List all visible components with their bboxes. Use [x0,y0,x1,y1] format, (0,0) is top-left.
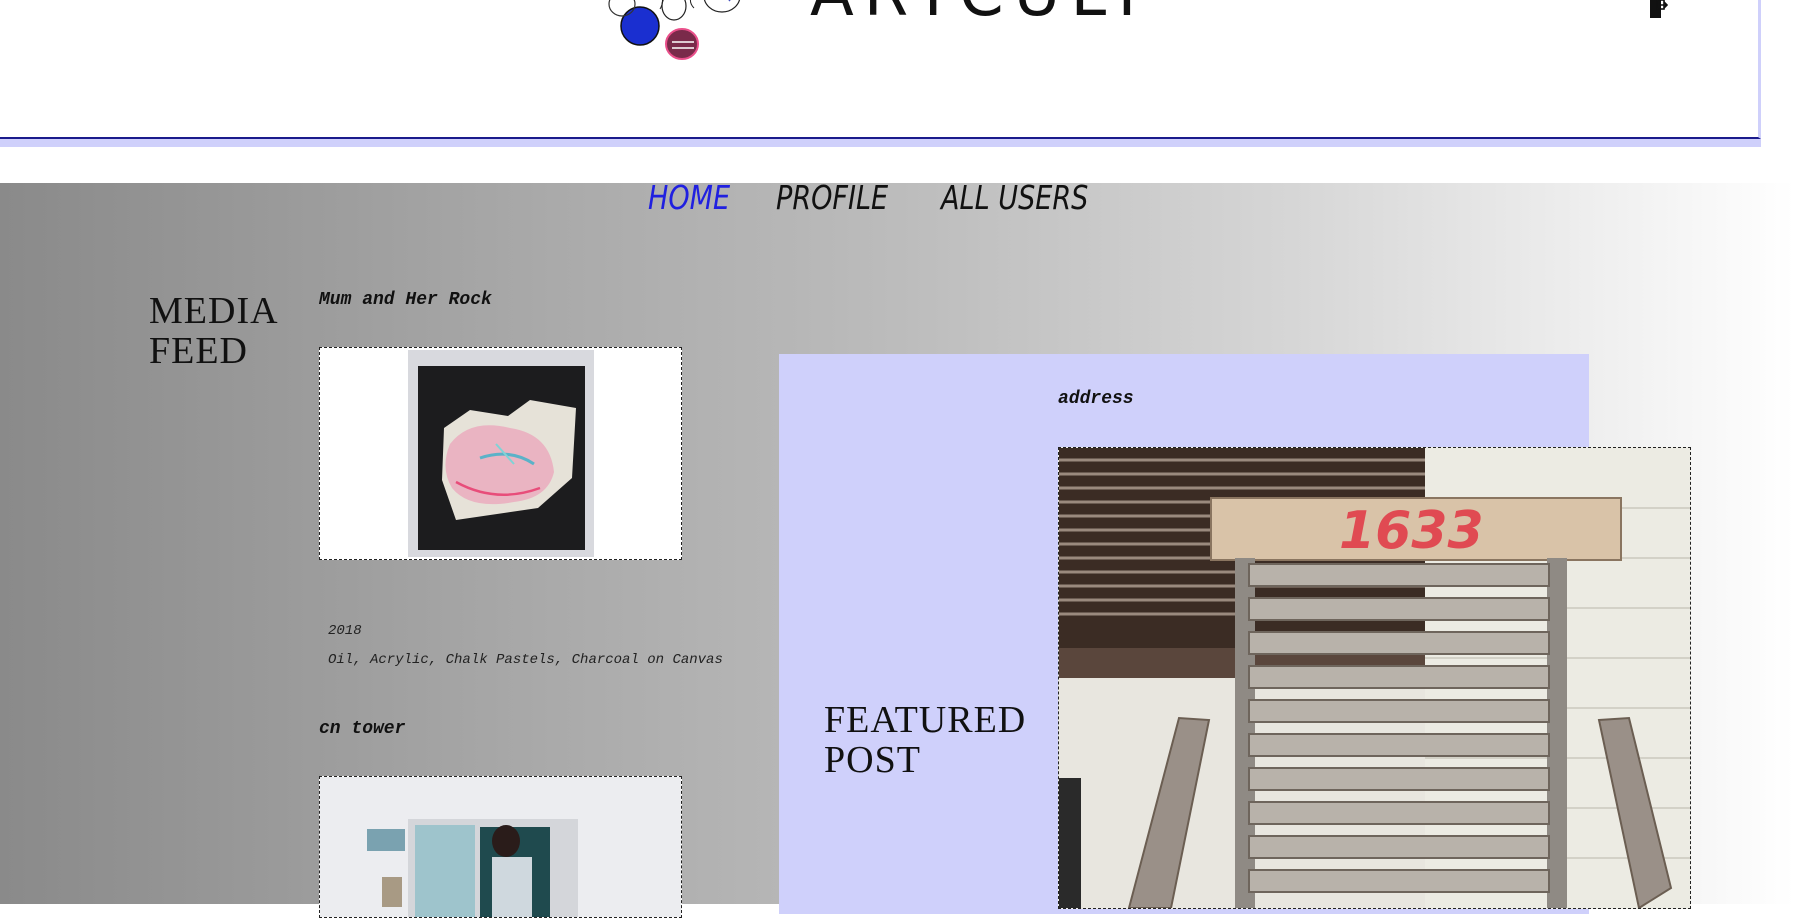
logout-door-icon[interactable] [1648,0,1668,18]
post-year: 2018 [328,623,362,639]
main-nav: HOME PROFILE ALL USERS [648,178,1121,218]
featured-title: FEATURED POST [824,699,1027,781]
post-image-frame[interactable] [319,347,682,560]
photo-image [320,777,681,917]
featured-image-frame[interactable]: 1633 [1058,447,1691,909]
nav-home[interactable]: HOME [648,178,730,218]
logo-illustration-icon [608,0,741,60]
featured-chair-image: 1633 [1059,448,1690,908]
post-image-frame[interactable] [319,776,682,918]
post-medium: Oil, Acrylic, Chalk Pastels, Charcoal on… [328,652,723,668]
post-title[interactable]: cn tower [319,719,405,739]
post-title[interactable]: Mum and Her Rock [319,290,492,310]
nav-all-users[interactable]: ALL USERS [941,178,1088,218]
svg-text:1633: 1633 [1339,501,1484,561]
featured-post-title[interactable]: address [1058,389,1134,409]
nav-profile[interactable]: PROFILE [776,178,888,218]
artwork-image [408,350,594,557]
header-shadow [0,139,1761,147]
media-feed-title: MEDIA FEED [149,290,277,372]
site-header: ARTCULT [0,0,1761,139]
site-title: ARTCULT [810,0,1156,26]
